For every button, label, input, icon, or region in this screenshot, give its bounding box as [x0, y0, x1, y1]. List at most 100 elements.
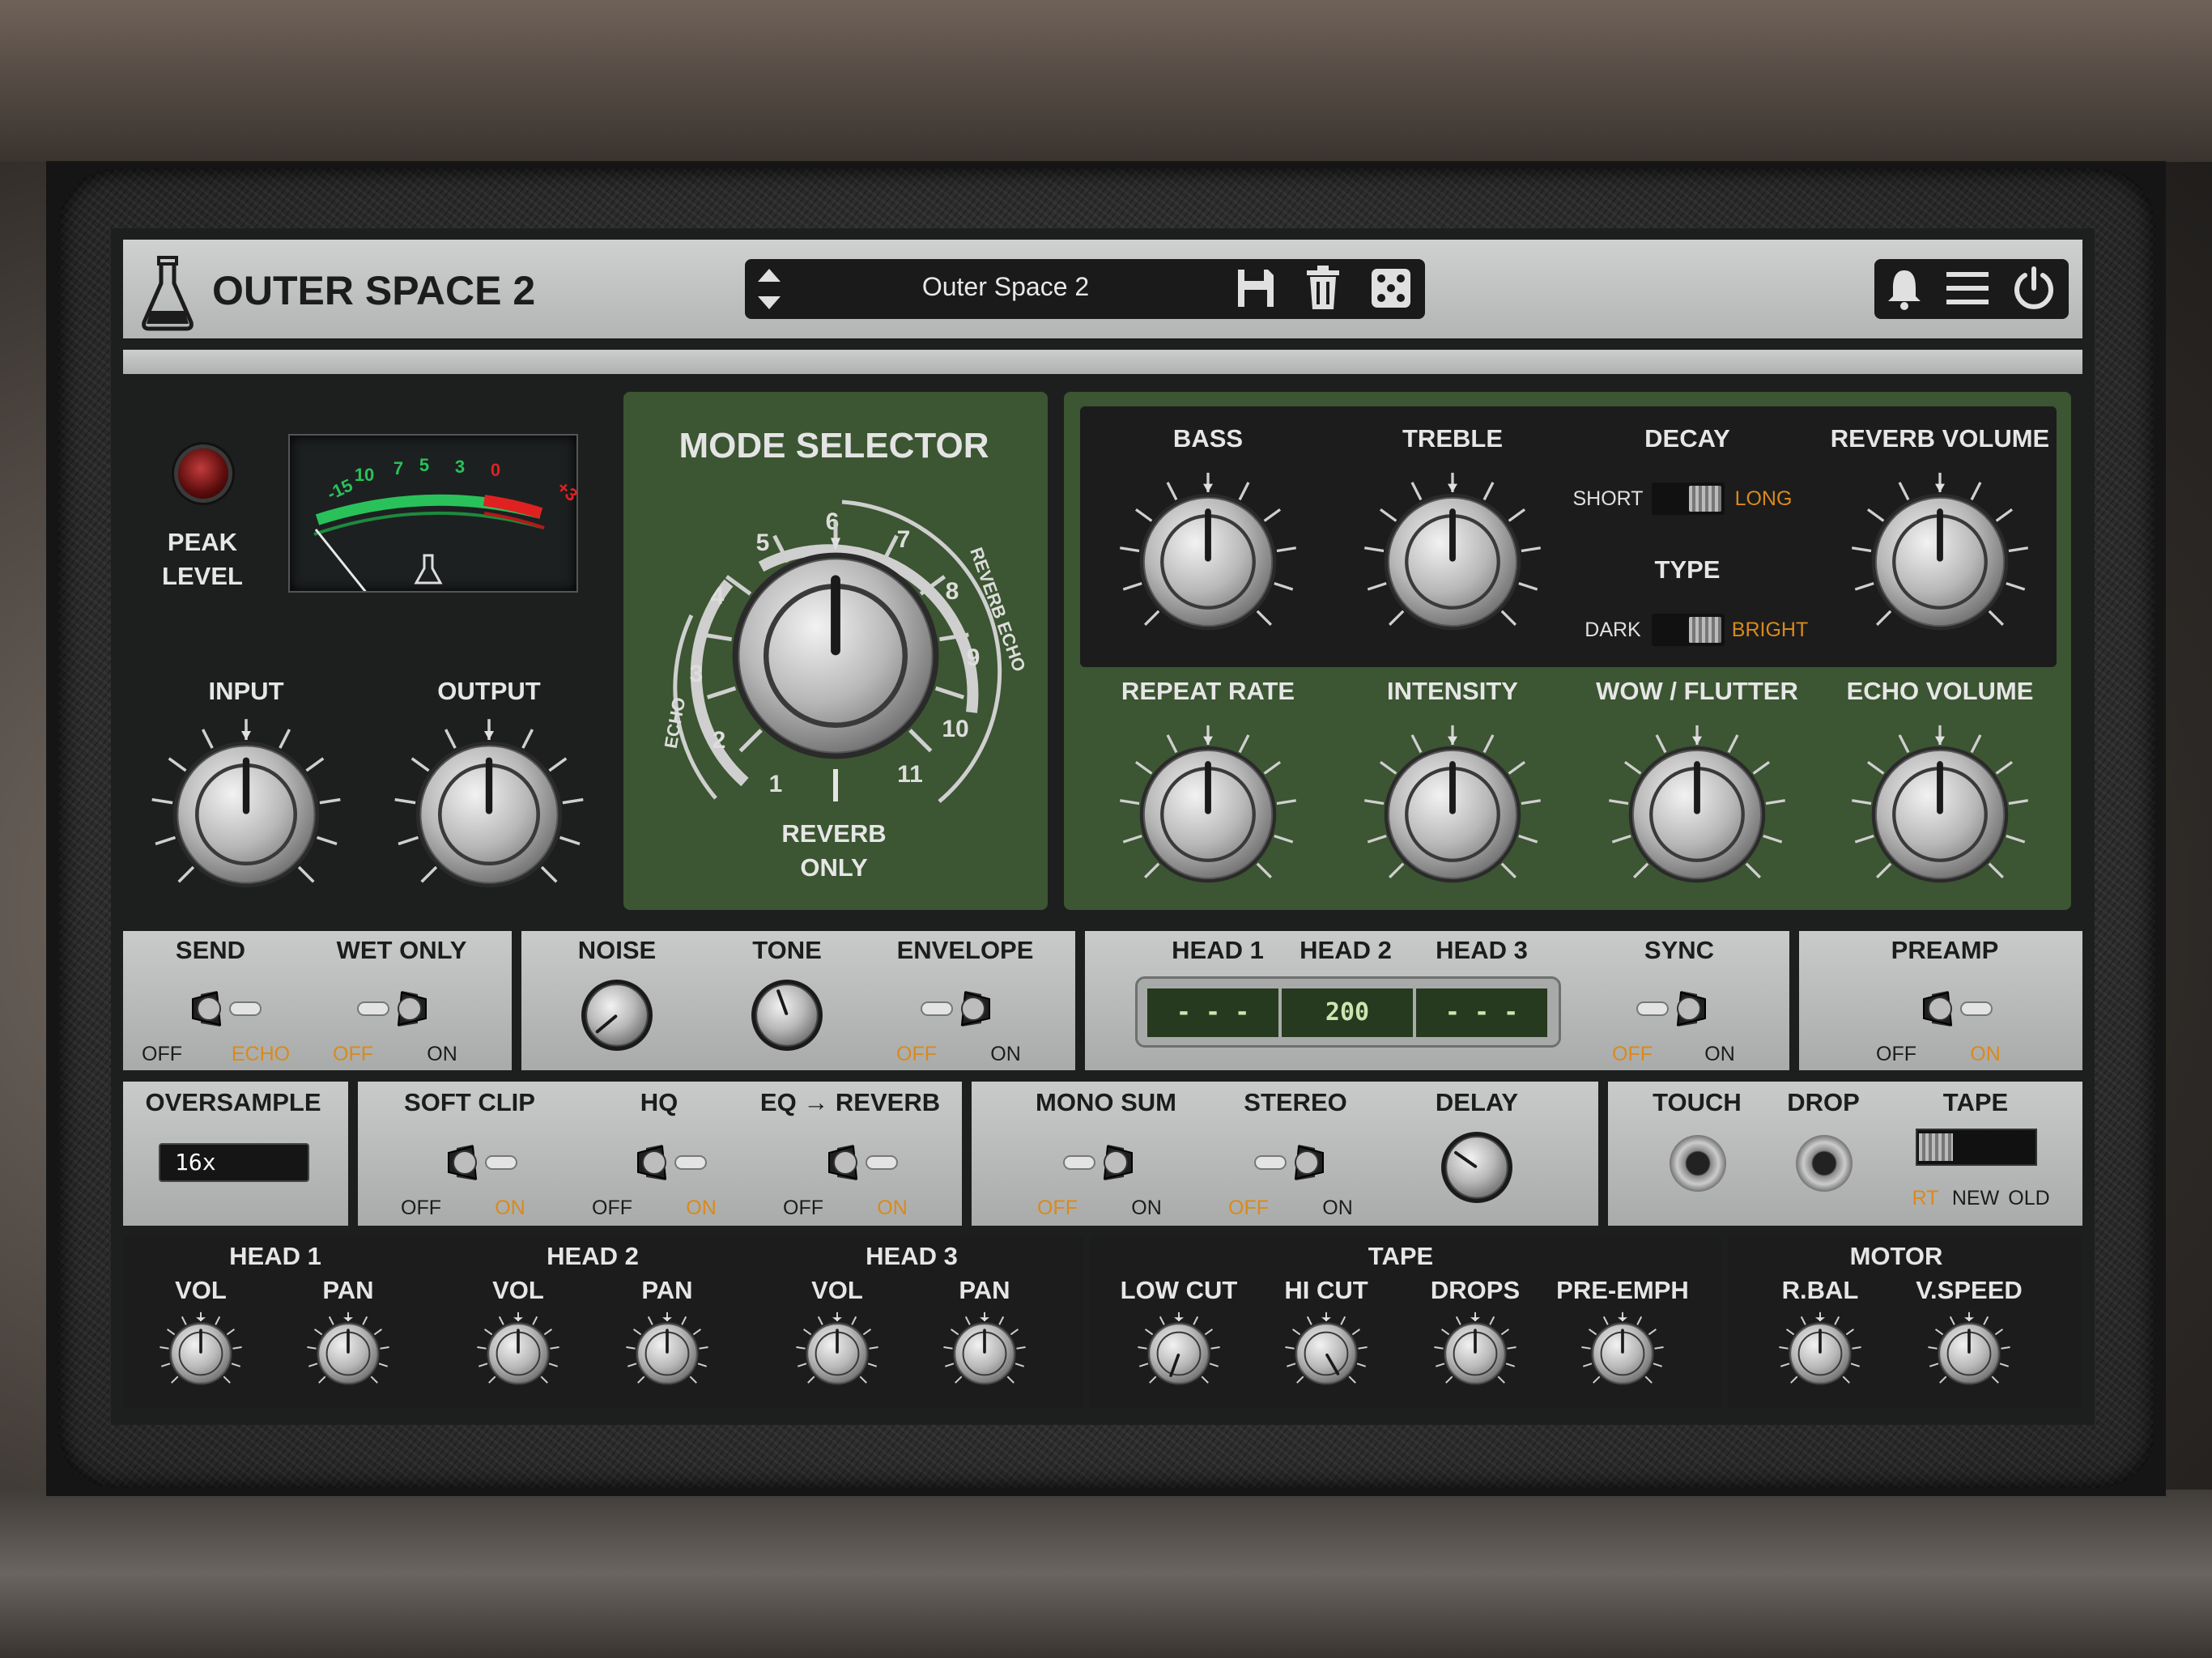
motor-label: MOTOR	[1849, 1242, 1943, 1270]
tape-type-label: TAPE	[1942, 1088, 2009, 1116]
noise-knob[interactable]	[575, 973, 659, 1057]
send-toggle[interactable]	[185, 988, 269, 1030]
notification-bell-icon[interactable]	[1887, 267, 1922, 311]
eq-reverb-off-label: OFF	[783, 1197, 823, 1219]
hi-cut-knob[interactable]	[1279, 1307, 1373, 1401]
send-echo-label: ECHO	[231, 1043, 291, 1065]
h1-vol-knob[interactable]	[154, 1307, 248, 1401]
reverb-volume-knob[interactable]	[1839, 461, 2041, 663]
vu-scale-0: 0	[490, 460, 501, 480]
treble-knob[interactable]	[1351, 461, 1554, 663]
h2-vol-label: VOL	[492, 1276, 544, 1304]
stereo-on-label: ON	[1322, 1197, 1353, 1219]
eq-reverb-label: EQ → REVERB	[759, 1088, 941, 1116]
eq-reverb-toggle[interactable]	[821, 1141, 905, 1184]
level-label: LEVEL	[162, 562, 243, 590]
background-top	[0, 0, 2212, 162]
flask-logo-icon	[142, 256, 194, 331]
hq-on-label: ON	[686, 1197, 717, 1219]
echo-volume-label: ECHO VOLUME	[1846, 677, 2034, 705]
preamp-label: PREAMP	[1891, 936, 1999, 964]
soft-clip-label: SOFT CLIP	[404, 1088, 535, 1116]
tone-label: TONE	[752, 936, 822, 964]
echo-volume-knob[interactable]	[1839, 713, 2041, 916]
drop-label: DROP	[1787, 1088, 1860, 1116]
vspeed-knob[interactable]	[1922, 1307, 2016, 1401]
h1-pan-knob[interactable]	[301, 1307, 395, 1401]
bass-knob[interactable]	[1107, 461, 1309, 663]
reverb-only-label-1: REVERB	[781, 819, 887, 848]
envelope-off-label: OFF	[896, 1043, 937, 1065]
h2-vol-knob[interactable]	[471, 1307, 565, 1401]
oversample-label: OVERSAMPLE	[145, 1088, 321, 1116]
h3-vol-knob[interactable]	[790, 1307, 884, 1401]
head1-label: HEAD 1	[1172, 936, 1264, 964]
output-knob[interactable]	[381, 707, 597, 922]
head3-label: HEAD 3	[1436, 936, 1528, 964]
h1-vol-label: VOL	[175, 1276, 227, 1304]
drop-button[interactable]	[1796, 1135, 1853, 1192]
sync-toggle[interactable]	[1629, 988, 1713, 1030]
preamp-toggle[interactable]	[1916, 988, 2000, 1030]
tape-type-selector[interactable]	[1916, 1129, 2037, 1166]
repeat-rate-knob[interactable]	[1107, 713, 1309, 916]
pre-emph-knob[interactable]	[1576, 1307, 1670, 1401]
low-cut-knob[interactable]	[1132, 1307, 1226, 1401]
decay-short-label: SHORT	[1572, 487, 1644, 510]
delete-icon[interactable]	[1305, 266, 1341, 311]
power-icon[interactable]	[2011, 266, 2057, 311]
delay-knob[interactable]	[1435, 1125, 1519, 1209]
hq-label: HQ	[640, 1088, 678, 1116]
input-knob[interactable]	[138, 707, 354, 922]
wow-flutter-knob[interactable]	[1596, 713, 1798, 916]
hq-toggle[interactable]	[630, 1141, 714, 1184]
preset-name[interactable]: Outer Space 2	[922, 272, 1089, 302]
intensity-knob[interactable]	[1351, 713, 1554, 916]
drops-knob[interactable]	[1428, 1307, 1522, 1401]
tone-knob[interactable]	[745, 973, 829, 1057]
rbal-knob[interactable]	[1773, 1307, 1867, 1401]
touch-label: TOUCH	[1653, 1088, 1742, 1116]
peak-led	[178, 449, 228, 499]
mode-selector-knob[interactable]	[683, 503, 989, 809]
head1-time[interactable]: - - -	[1147, 988, 1278, 1037]
hi-cut-label: HI CUT	[1284, 1276, 1368, 1304]
stereo-toggle[interactable]	[1247, 1141, 1331, 1184]
preamp-on-label: ON	[1970, 1043, 2001, 1065]
randomize-dice-icon[interactable]	[1370, 267, 1412, 309]
mono-sum-toggle[interactable]	[1056, 1141, 1140, 1184]
touch-button[interactable]	[1670, 1135, 1726, 1192]
soft-clip-off-label: OFF	[401, 1197, 441, 1219]
decay-switch[interactable]	[1652, 483, 1725, 515]
envelope-toggle[interactable]	[913, 988, 998, 1030]
pre-emph-label: PRE-EMPH	[1556, 1276, 1689, 1304]
head2-label: HEAD 2	[1300, 936, 1392, 964]
wet-only-toggle[interactable]	[350, 988, 434, 1030]
menu-icon[interactable]	[1946, 270, 1989, 306]
bass-label: BASS	[1172, 424, 1244, 453]
envelope-on-label: ON	[990, 1043, 1021, 1065]
wet-only-label: WET ONLY	[336, 936, 467, 964]
oversample-selector[interactable]: 16x	[159, 1143, 309, 1182]
drops-label: DROPS	[1430, 1276, 1521, 1304]
type-switch[interactable]	[1652, 614, 1725, 646]
h3-vol-label: VOL	[811, 1276, 863, 1304]
preset-stepper-icon[interactable]	[753, 262, 785, 316]
treble-label: TREBLE	[1402, 424, 1503, 453]
reverb-volume-label: REVERB VOLUME	[1830, 424, 2050, 453]
mono-sum-on-label: ON	[1131, 1197, 1162, 1219]
soft-clip-toggle[interactable]	[440, 1141, 525, 1184]
h2-pan-knob[interactable]	[620, 1307, 714, 1401]
h3-pan-knob[interactable]	[938, 1307, 1032, 1401]
save-icon[interactable]	[1236, 267, 1276, 309]
tape-eq-label: TAPE	[1368, 1242, 1434, 1270]
vspeed-label: V.SPEED	[1916, 1276, 2023, 1304]
h2-mix-label: HEAD 2	[547, 1242, 639, 1270]
head3-time[interactable]: - - -	[1416, 988, 1547, 1037]
h1-pan-label: PAN	[322, 1276, 374, 1304]
input-label: INPUT	[208, 677, 284, 705]
mono-sum-off-label: OFF	[1037, 1197, 1078, 1219]
h2-pan-label: PAN	[641, 1276, 693, 1304]
head2-time[interactable]: 200	[1282, 988, 1413, 1037]
eq-reverb-on-label: ON	[877, 1197, 908, 1219]
